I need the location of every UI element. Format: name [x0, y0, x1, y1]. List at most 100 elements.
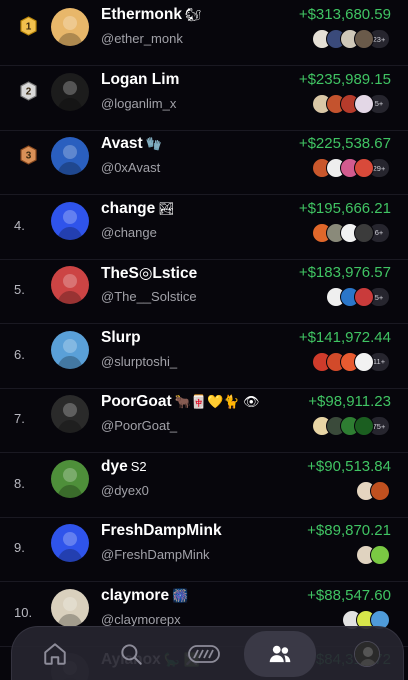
user-handle: @slurptoshi_	[101, 353, 178, 369]
user-name-text: Ethermonk	[101, 6, 182, 23]
nav-leaderboard[interactable]	[244, 631, 316, 677]
user-avatar[interactable]	[51, 137, 89, 175]
user-name[interactable]: change 🏞	[101, 200, 175, 218]
profit-value: +$90,513.84	[307, 457, 391, 475]
leaderboard-row[interactable]: 7. PoorGoat 🐂🀄💛🐈 👁 @PoorGoat_ +$98,911.23 75…	[0, 390, 408, 453]
profile-avatar	[354, 641, 380, 667]
held-coins[interactable]: 6+	[312, 222, 390, 243]
user-handle: @change	[101, 224, 157, 240]
user-avatar[interactable]	[51, 266, 89, 304]
user-name-text: Slurp	[101, 328, 141, 346]
nav-home[interactable]	[28, 631, 82, 677]
user-avatar[interactable]	[51, 588, 89, 627]
coin-icon	[354, 158, 374, 178]
name-emoji: S2	[130, 458, 147, 474]
held-coins[interactable]: 11+	[312, 351, 390, 372]
user-name[interactable]: Logan Lim	[101, 71, 179, 89]
user-avatar[interactable]	[51, 524, 89, 562]
profit-value: +$195,666.21	[298, 199, 391, 217]
search-icon	[121, 644, 142, 665]
user-handle: @loganlim_x	[101, 95, 177, 111]
row-divider	[0, 323, 408, 324]
rank-number: 6.	[14, 346, 25, 362]
nav-coins[interactable]	[177, 631, 231, 677]
user-name[interactable]: Ethermonk 🐿	[101, 6, 201, 24]
leaderboard-row[interactable]: 8. dye S2 @dyex0 +$90,513.84	[0, 455, 408, 518]
user-handle: @FreshDampMink	[101, 547, 210, 562]
coin-icon	[354, 416, 374, 436]
user-avatar[interactable]	[51, 395, 89, 433]
coin-icon	[354, 29, 374, 49]
gold-medal-icon: 1	[20, 16, 37, 36]
svg-text:1: 1	[26, 22, 32, 33]
profit-value: +$98,911.23	[308, 393, 391, 410]
held-coins[interactable]: 5+	[326, 287, 390, 307]
leaderboard-row[interactable]: 6. Slurp @slurptoshi_ +$141,972.44 11+	[0, 326, 408, 389]
user-name-text: Logan Lim	[101, 70, 180, 88]
profit-value: +$235,989.15	[298, 70, 391, 88]
profit-value: +$89,870.21	[307, 522, 391, 539]
held-coins[interactable]: 5+	[312, 93, 390, 114]
user-name-text: claymore	[101, 586, 170, 604]
name-emoji: 🧤	[145, 136, 162, 151]
leaderboard-row[interactable]: 5. TheS◎Lstice @The__Solstice +$183,976.57…	[0, 261, 408, 324]
rank-number: 4.	[14, 217, 25, 233]
coin-icon	[354, 93, 374, 114]
user-avatar[interactable]	[51, 201, 89, 240]
user-avatar[interactable]	[51, 459, 89, 498]
rank-number: 8.	[14, 475, 25, 491]
held-coins[interactable]: 23+	[312, 29, 390, 49]
user-avatar[interactable]	[51, 330, 89, 369]
held-coins[interactable]: 75+	[312, 416, 390, 436]
user-name[interactable]: Slurp	[101, 329, 141, 347]
user-name[interactable]: dye S2	[101, 458, 147, 476]
profit-value: +$141,972.44	[298, 328, 391, 346]
user-handle: @PoorGoat_	[101, 418, 178, 433]
leaderboard-row[interactable]: 4. change 🏞 @change +$195,666.21 6+	[0, 197, 408, 260]
row-divider	[0, 129, 408, 131]
row-divider	[0, 452, 408, 453]
user-name[interactable]: TheS◎Lstice	[101, 264, 197, 283]
nav-profile[interactable]	[340, 631, 394, 677]
coin-icon	[370, 545, 390, 565]
user-handle: @0xAvast	[101, 160, 161, 175]
user-name[interactable]: PoorGoat 🐂🀄💛🐈 👁	[101, 393, 260, 411]
held-coins[interactable]: 29+	[312, 158, 390, 178]
user-avatar[interactable]	[51, 8, 89, 46]
rank-number: 7.	[14, 411, 25, 426]
coin-icon	[354, 222, 374, 243]
user-handle: @claymorepx	[101, 611, 181, 627]
leaderboard-row[interactable]: 2 Logan Lim @loganlim_x +$235,989.15 5+	[0, 68, 408, 131]
silver-medal-icon: 2	[20, 80, 37, 101]
user-name[interactable]: FreshDampMink	[101, 522, 222, 540]
user-name[interactable]: Avast 🧤	[101, 135, 162, 153]
name-emoji: 🐿	[184, 7, 202, 22]
user-name-text: PoorGoat	[101, 393, 172, 410]
row-divider	[0, 387, 408, 389]
bronze-medal-icon: 3	[20, 145, 37, 165]
user-avatar[interactable]	[51, 72, 89, 111]
leaderboard-row[interactable]: 3 Avast 🧤 @0xAvast +$225,538.67 29+	[0, 132, 408, 195]
users-icon	[269, 645, 291, 663]
nav-search[interactable]	[104, 631, 158, 677]
name-emoji: 🏞	[158, 200, 175, 216]
leaderboard-row[interactable]: 1 Ethermonk 🐿 @ether_monk +$313,680.59 23+	[0, 3, 408, 66]
user-handle: @dyex0	[101, 482, 149, 498]
row-divider	[0, 65, 408, 66]
held-coins[interactable]	[356, 545, 390, 565]
row-divider	[0, 258, 408, 260]
user-name[interactable]: claymore 🎆	[101, 587, 188, 605]
svg-text:2: 2	[26, 86, 32, 97]
profit-value: +$183,976.57	[298, 264, 391, 281]
coin-logo-icon	[188, 645, 220, 663]
profit-value: +$313,680.59	[298, 6, 391, 23]
row-divider	[0, 581, 408, 582]
coin-icon	[370, 480, 390, 501]
held-coins[interactable]	[356, 480, 390, 501]
name-emoji: 🐂🀄💛🐈 👁	[174, 394, 260, 409]
name-emoji: 🎆	[172, 587, 189, 603]
leaderboard-row[interactable]: 9. FreshDampMink @FreshDampMink +$89,870.2…	[0, 519, 408, 582]
row-divider	[0, 194, 408, 195]
svg-text:3: 3	[26, 151, 32, 162]
user-handle: @ether_monk	[101, 31, 183, 46]
